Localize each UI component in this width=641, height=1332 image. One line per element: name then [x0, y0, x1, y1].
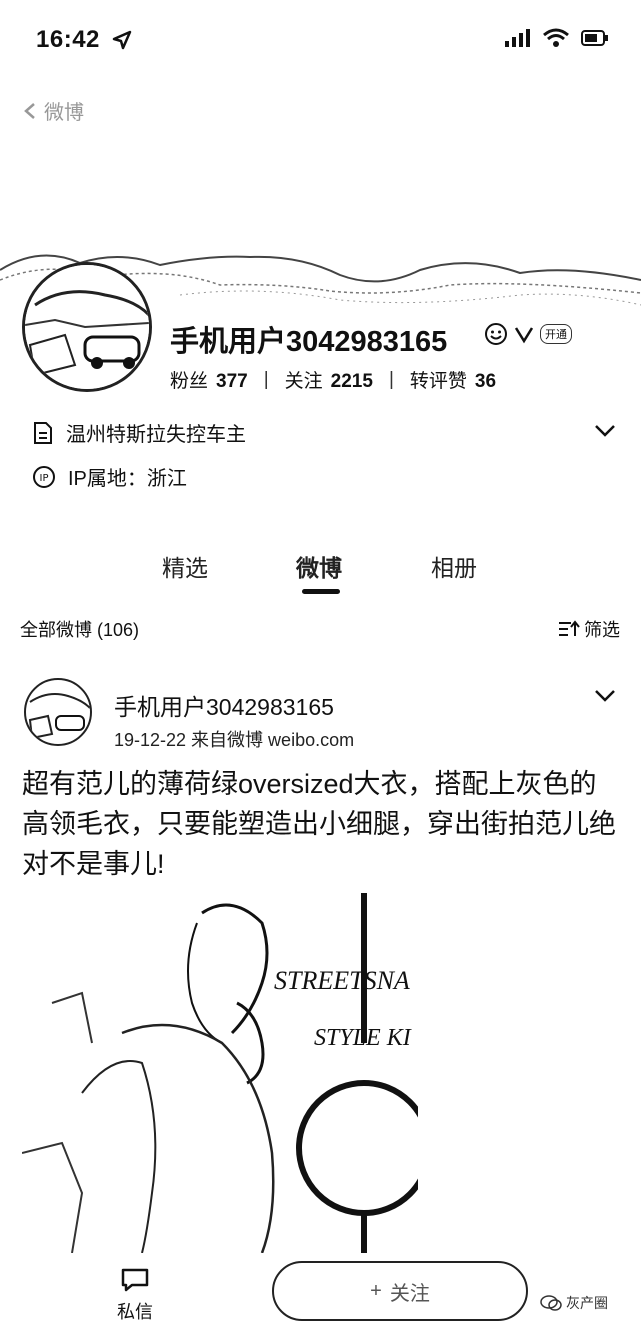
ip-icon: IP: [33, 465, 55, 488]
post-menu-chevron-down-icon[interactable]: [593, 686, 617, 704]
tab-album[interactable]: 相册: [431, 549, 477, 583]
back-button[interactable]: 微博: [22, 96, 84, 125]
status-time: 16:42: [36, 26, 100, 53]
bottom-action-bar: 私信 + 关注 灰产圈: [0, 1253, 641, 1332]
filter-label: 筛选: [584, 620, 620, 640]
all-posts-count[interactable]: 全部微博 (106): [20, 616, 139, 642]
post-avatar-image: [28, 693, 90, 740]
post-date-source: 19-12-22 来自微博 weibo.com: [114, 730, 355, 750]
location-arrow-icon: [112, 30, 132, 50]
bio-text: 温州特斯拉失控车主: [66, 424, 246, 446]
street-snap-photo: STREETSNA STYLE KI: [22, 893, 418, 1253]
watermark-text: 灰产圈: [566, 1295, 608, 1311]
expand-chevron-down-icon[interactable]: [593, 420, 617, 440]
follow-button[interactable]: + 关注: [272, 1261, 528, 1321]
wifi-icon: [543, 28, 569, 47]
stats-divider: |: [263, 368, 269, 390]
fans-label: 粉丝: [170, 371, 209, 392]
filter-icon: [559, 620, 580, 636]
post-author-name[interactable]: 手机用户3042983165: [114, 688, 334, 722]
tab-weibo[interactable]: 微博: [296, 549, 342, 583]
following-label: 关注: [284, 371, 323, 392]
active-tab-indicator: [302, 589, 340, 594]
watermark: 灰产圈: [540, 1293, 608, 1313]
profile-stats: 粉丝 377 | 关注 2215 | 转评赞 36: [170, 366, 496, 393]
filter-button[interactable]: 筛选: [558, 616, 620, 642]
likes-label: 转评赞: [409, 371, 467, 392]
document-icon: [34, 421, 52, 444]
fans-stat[interactable]: 粉丝 377: [170, 366, 248, 393]
profile-name: 手机用户3042983165: [170, 326, 448, 358]
following-stat[interactable]: 关注 2215: [285, 366, 373, 393]
back-chevron-icon: [24, 102, 35, 119]
follow-label: 关注: [389, 1282, 430, 1305]
status-icons: [505, 28, 609, 48]
plus-icon: +: [370, 1279, 382, 1302]
bio-row[interactable]: 温州特斯拉失控车主: [32, 418, 246, 447]
filter-row: 全部微博 (106) 筛选: [20, 614, 620, 644]
vip-open-badge[interactable]: 开通: [540, 324, 572, 344]
tab-featured[interactable]: 精选: [162, 549, 208, 583]
overlay-text-street: STREETSNA: [274, 966, 410, 995]
profile-tabs: 精选 微博 相册: [0, 545, 641, 595]
profile-avatar[interactable]: [22, 262, 152, 392]
following-count: 2215: [330, 371, 373, 392]
wechat-icon: [540, 1295, 562, 1311]
svg-text:IP: IP: [40, 473, 49, 484]
status-bar: 16:42: [0, 0, 641, 80]
stats-divider: |: [388, 368, 394, 390]
vip-icon: [514, 327, 534, 344]
likes-count: 36: [474, 371, 497, 392]
back-label: 微博: [44, 102, 84, 124]
smile-icon[interactable]: [484, 322, 508, 346]
overlay-text-style: STYLE KI: [314, 1025, 412, 1051]
message-icon: [121, 1268, 149, 1292]
fans-count: 377: [216, 371, 248, 392]
direct-message-button[interactable]: 私信: [110, 1267, 160, 1324]
direct-message-label: 私信: [117, 1302, 153, 1322]
signal-icon: [505, 29, 530, 47]
battery-icon: [581, 30, 608, 46]
ip-location-text: IP属地：浙江: [68, 468, 187, 490]
likes-stat: 转评赞 36: [410, 366, 496, 393]
post-text: 超有范儿的薄荷绿oversized大衣，搭配上灰色的高领毛衣，只要能塑造出小细腿…: [22, 769, 616, 879]
post-author-avatar[interactable]: [24, 678, 92, 746]
ip-row: IP IP属地：浙江: [32, 462, 187, 491]
post-image[interactable]: STREETSNA STYLE KI: [22, 893, 418, 1253]
avatar-car-image: [25, 265, 149, 389]
profile-name-icons: 开通: [484, 322, 572, 346]
